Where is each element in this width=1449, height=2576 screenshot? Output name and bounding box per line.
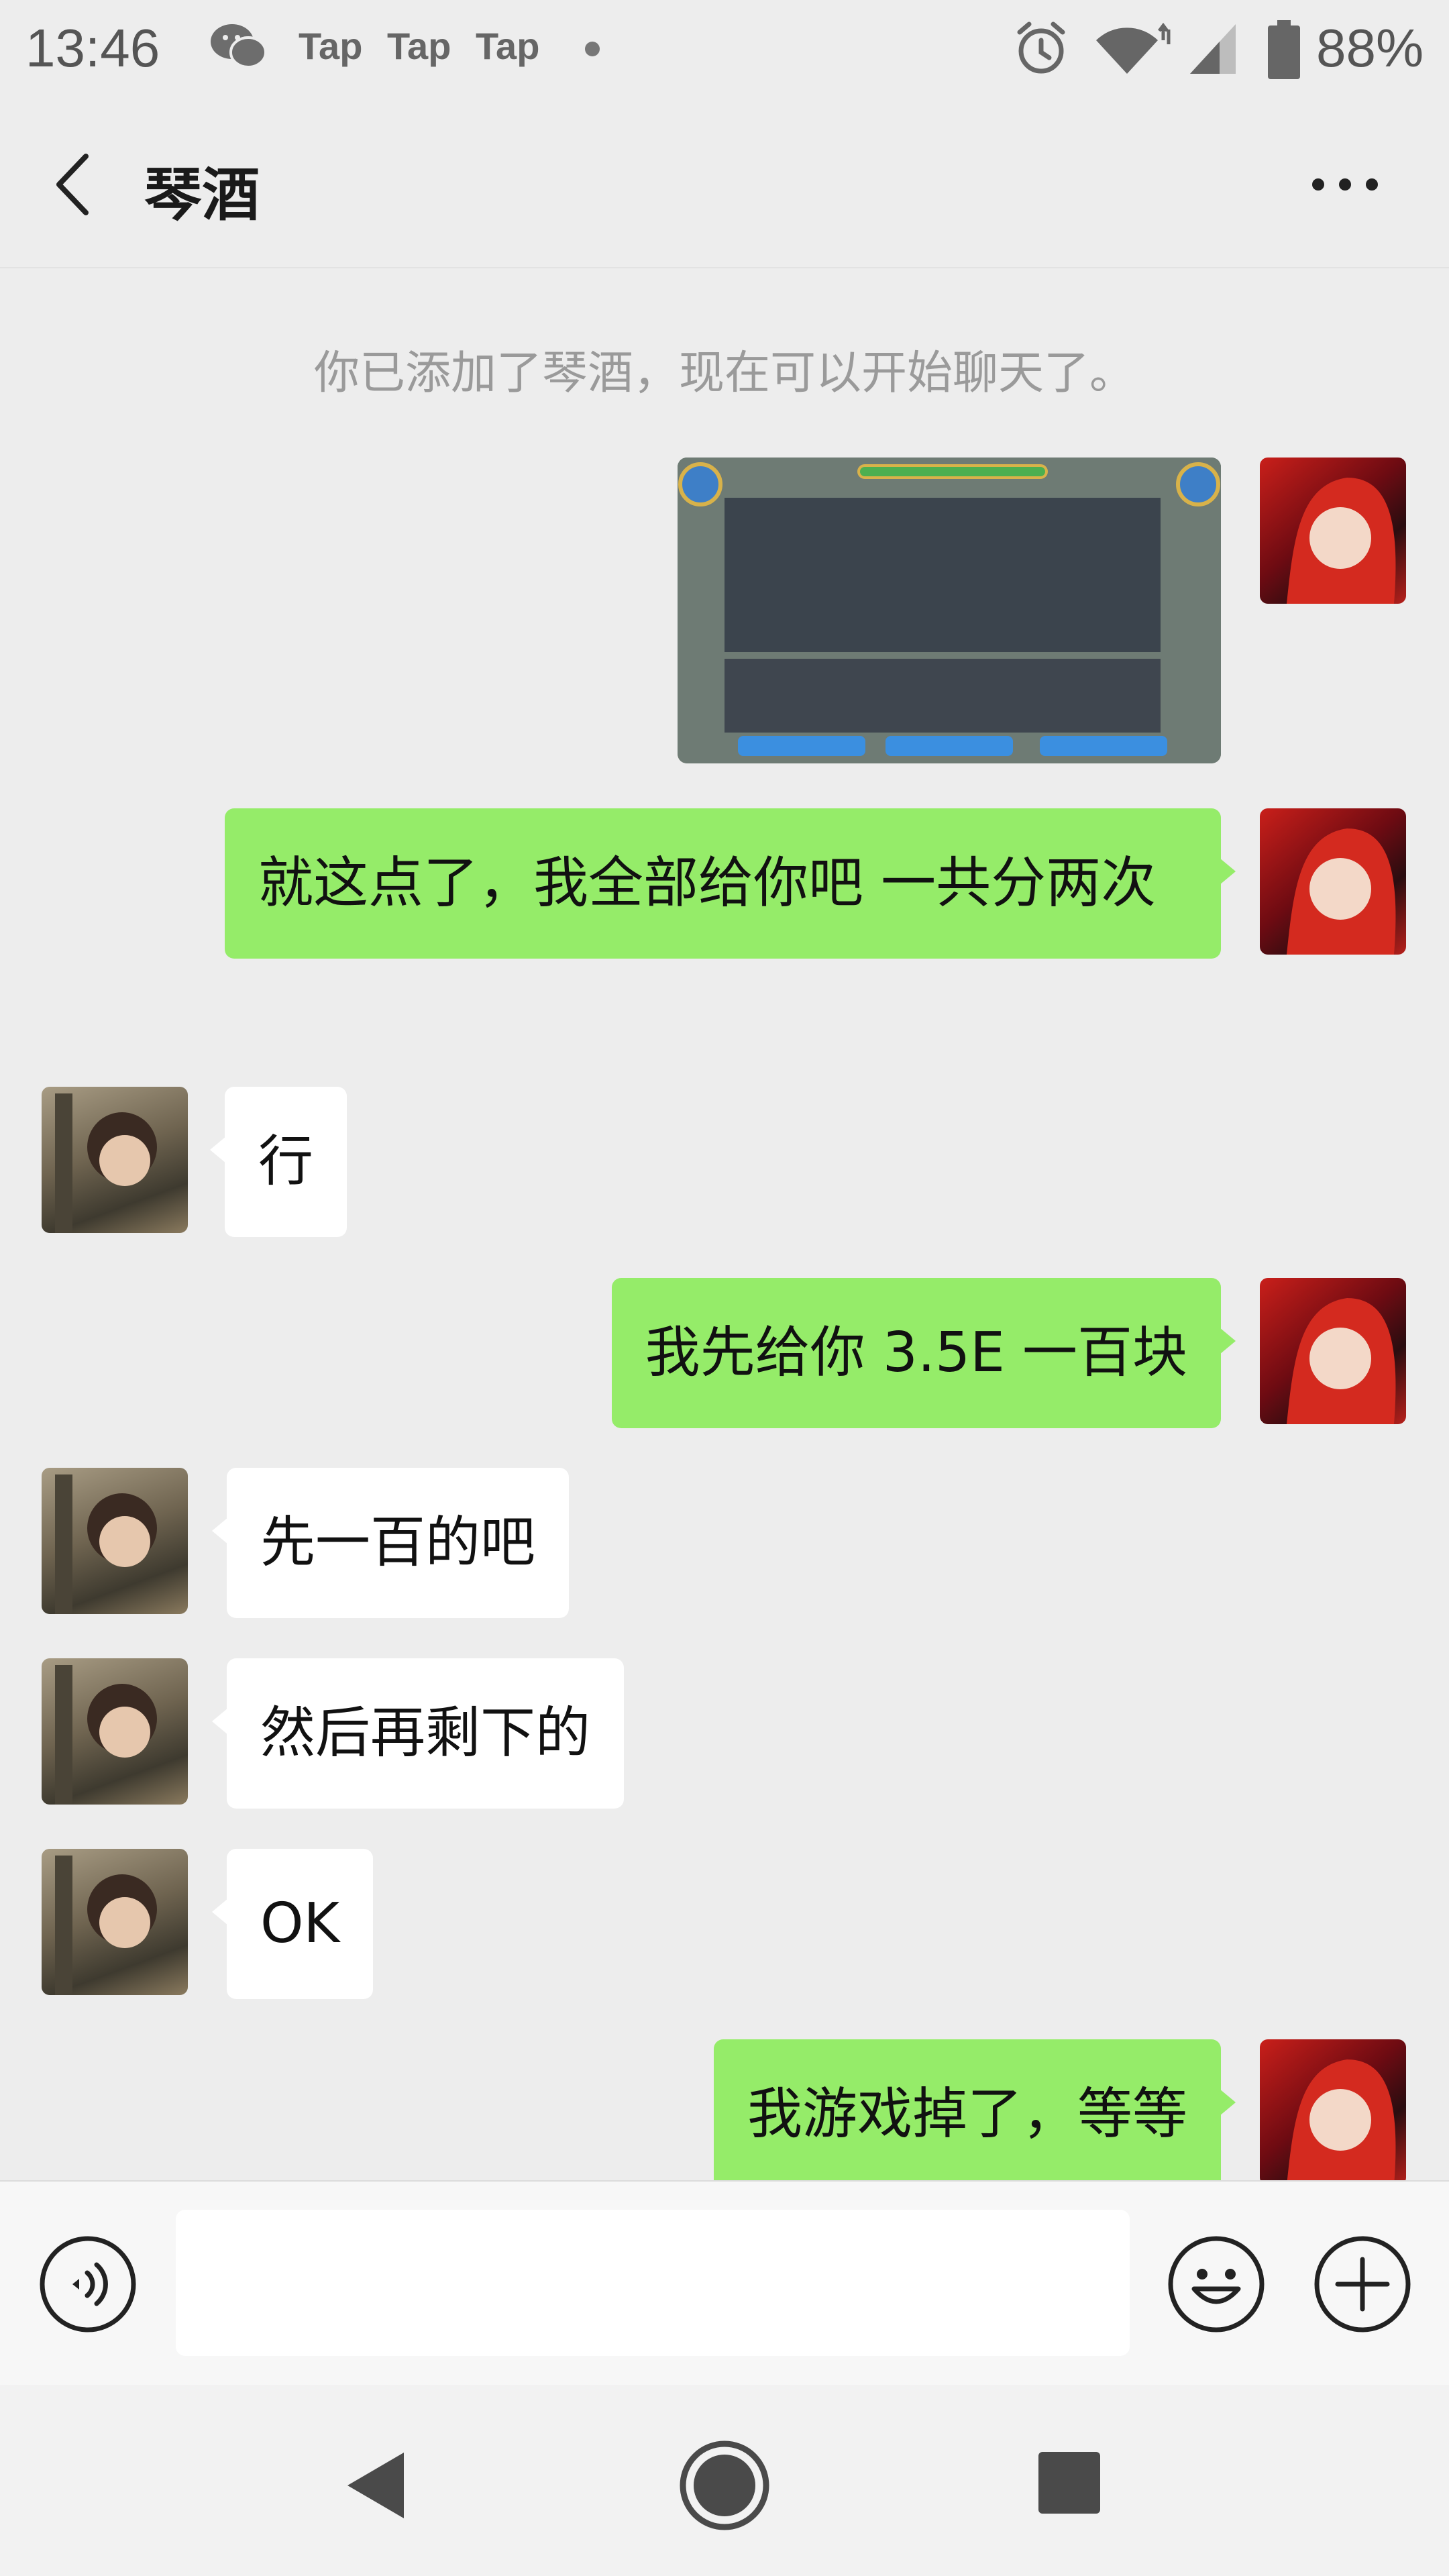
- message-bubble-received[interactable]: 行: [209, 1087, 347, 1237]
- my-avatar[interactable]: [1260, 2039, 1406, 2180]
- tap-notification-2: Tap: [387, 25, 451, 67]
- my-avatar[interactable]: [1260, 1278, 1406, 1424]
- chevron-left-icon[interactable]: [47, 151, 101, 218]
- message-bubble-sent[interactable]: 我游戏掉了，等等: [713, 2039, 1236, 2180]
- chat-header: 琴酒: [0, 101, 1449, 268]
- chat-title: 琴酒: [144, 162, 260, 229]
- contact-avatar[interactable]: [42, 1087, 188, 1233]
- nav-back-icon[interactable]: [342, 2449, 409, 2522]
- signal-icon: [1190, 24, 1236, 74]
- message-bubble-sent[interactable]: 我先给你 3.5E 一百块: [611, 1278, 1236, 1428]
- system-message: 你已添加了琴酒，现在可以开始聊天了。: [313, 347, 1135, 400]
- alarm-icon: [1017, 21, 1065, 74]
- message-bubble-sent[interactable]: 就这点了，我全部给你吧 一共分两次: [225, 808, 1236, 959]
- chat-messages[interactable]: 你已添加了琴酒，现在可以开始聊天了。 就这点了，我全部给你吧 一共分两次 行 我…: [0, 268, 1449, 2180]
- tap-notification-3: Tap: [476, 25, 540, 67]
- input-bar: [0, 2180, 1449, 2385]
- voice-icon[interactable]: [39, 2235, 137, 2333]
- my-avatar[interactable]: [1260, 808, 1406, 955]
- nav-recent-icon[interactable]: [1038, 2452, 1100, 2514]
- battery-icon: [1268, 20, 1300, 79]
- nav-home-icon[interactable]: [678, 2438, 771, 2532]
- contact-avatar[interactable]: [42, 1468, 188, 1614]
- plus-icon[interactable]: [1313, 2235, 1411, 2333]
- more-notifications-dot: [585, 42, 600, 56]
- tap-notification-1: Tap: [299, 25, 363, 67]
- message-bubble-received[interactable]: OK: [211, 1849, 374, 1999]
- message-input[interactable]: [176, 2210, 1130, 2356]
- more-dots-icon[interactable]: [1308, 168, 1382, 201]
- wechat-icon: [211, 24, 267, 68]
- status-bar: 13:46 Tap Tap Tap 88%: [0, 0, 1449, 101]
- contact-avatar[interactable]: [42, 1658, 188, 1805]
- wifi-icon: [1096, 22, 1171, 74]
- contact-avatar[interactable]: [42, 1849, 188, 1995]
- system-navigation-bar: [0, 2385, 1449, 2576]
- status-time: 13:46: [25, 18, 160, 78]
- message-bubble-received[interactable]: 然后再剩下的: [211, 1658, 625, 1809]
- my-avatar[interactable]: [1260, 458, 1406, 604]
- battery-percent: 88%: [1316, 18, 1424, 78]
- emoji-icon[interactable]: [1167, 2235, 1265, 2333]
- message-bubble-received[interactable]: 先一百的吧: [211, 1468, 570, 1618]
- image-message[interactable]: [678, 458, 1221, 763]
